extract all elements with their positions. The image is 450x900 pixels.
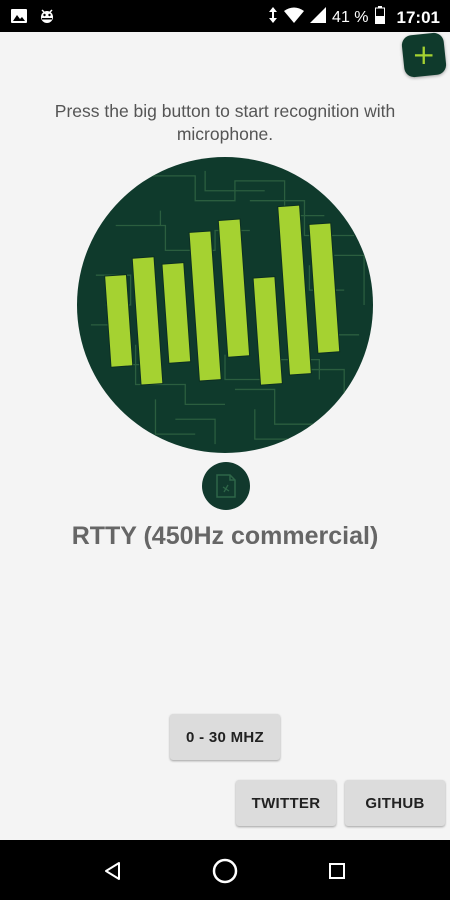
spectrum-bars-icon — [76, 156, 374, 454]
navigation-bar — [0, 840, 450, 900]
clock: 17:01 — [396, 7, 440, 27]
start-recognition-button[interactable] — [76, 156, 374, 454]
add-button[interactable]: + — [400, 31, 448, 79]
data-arrows-icon — [268, 7, 278, 28]
back-button[interactable] — [96, 854, 130, 888]
battery-text: 41 % — [332, 8, 369, 26]
back-icon — [105, 862, 120, 880]
home-button[interactable] — [208, 854, 242, 888]
recents-button[interactable] — [320, 854, 354, 888]
wifi-icon — [284, 7, 305, 28]
twitter-button[interactable]: TWITTER — [236, 780, 336, 826]
mode-label: RTTY (450Hz commercial) — [71, 522, 379, 550]
github-button[interactable]: GITHUB — [345, 780, 445, 826]
android-debug-icon — [38, 7, 56, 30]
plus-icon: + — [412, 38, 436, 71]
status-bar: 41 % 17:01 — [0, 0, 450, 32]
battery-icon — [374, 6, 385, 29]
document-icon — [216, 474, 236, 498]
image-icon — [10, 7, 28, 30]
instruction-text: Press the big button to start recognitio… — [54, 101, 396, 144]
frequency-range-button[interactable]: 0 - 30 MHZ — [170, 714, 280, 760]
recents-icon — [329, 863, 345, 879]
signal-icon — [310, 7, 327, 28]
mode-select-button[interactable] — [202, 462, 250, 510]
home-icon — [212, 858, 238, 884]
